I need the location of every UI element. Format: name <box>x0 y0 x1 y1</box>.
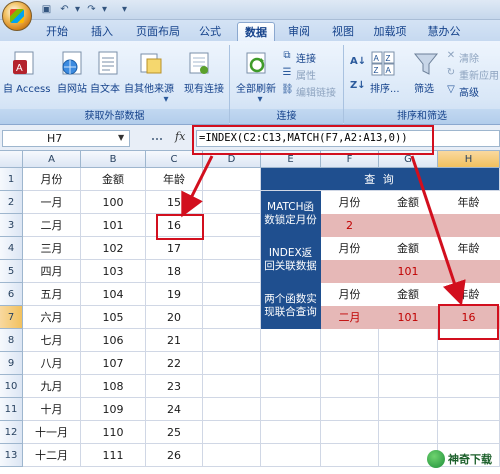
watermark-logo-icon <box>427 450 445 468</box>
annotation-arrows <box>181 155 466 306</box>
watermark-text: 神奇下载 <box>448 453 492 466</box>
office-logo-icon <box>10 9 24 23</box>
office-button[interactable] <box>2 1 32 31</box>
watermark: 神奇下载 <box>427 448 492 470</box>
